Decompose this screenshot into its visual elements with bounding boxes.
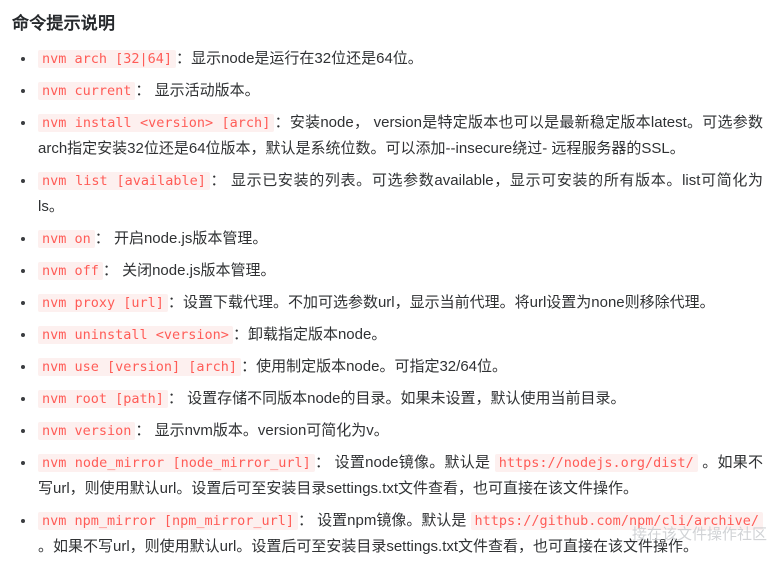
command-code: nvm root [path] [38,389,168,408]
list-item: nvm current： 显示活动版本。 [12,78,763,104]
mirror-url-code: https://github.com/npm/cli/archive/ [470,511,763,530]
list-item: nvm uninstall <version> ：卸载指定版本node。 [12,322,763,348]
colon-separator: ： [297,511,313,529]
command-code: nvm uninstall <version> [38,325,233,344]
colon-separator: ： [94,229,110,247]
command-code: nvm node_mirror [node_mirror_url] [38,453,315,472]
list-item: nvm node_mirror [node_mirror_url]： 设置nod… [12,450,763,502]
command-description: 设置node镜像。默认是 [330,453,495,471]
mirror-url-code: https://nodejs.org/dist/ [494,453,698,472]
colon-separator: ： [167,293,183,311]
list-item: nvm on： 开启node.js版本管理。 [12,226,763,252]
colon-separator: ： [209,171,227,189]
command-description: 设置存储不同版本node的目录。如果未设置，默认使用当前目录。 [182,389,626,407]
list-item: nvm npm_mirror [npm_mirror_url]： 设置npm镜像… [12,508,763,560]
colon-separator: ： [102,261,118,279]
list-item: nvm install <version> [arch] ：安装node， ver… [12,110,763,162]
colon-separator: ： [167,389,183,407]
list-item: nvm root [path]： 设置存储不同版本node的目录。如果未设置，默… [12,386,763,412]
list-item: nvm off： 关闭node.js版本管理。 [12,258,763,284]
command-description: 显示nvm版本。version可简化为v。 [150,421,389,439]
list-item: nvm arch [32|64] ：显示node是运行在32位还是64位。 [12,46,763,72]
command-code: nvm proxy [url] [38,293,168,312]
colon-separator: ： [135,421,151,439]
colon-separator: ： [274,113,290,131]
command-code: nvm use [version] [arch] [38,357,242,376]
list-item: nvm use [version] [arch] ：使用制定版本node。可指定3… [12,354,763,380]
colon-separator: ： [314,453,331,471]
colon-separator: ： [232,325,248,343]
list-item: nvm list [available]： 显示已安装的列表。可选参数avail… [12,168,763,220]
list-item: nvm version： 显示nvm版本。version可简化为v。 [12,418,763,444]
command-code: nvm install <version> [arch] [38,113,275,132]
command-description: 设置下载代理。不加可选参数url，显示当前代理。将url设置为none则移除代理… [182,293,715,311]
command-description: 开启node.js版本管理。 [109,229,268,247]
list-item: nvm proxy [url] ：设置下载代理。不加可选参数url，显示当前代理。… [12,290,763,316]
command-code: nvm arch [32|64] [38,49,177,68]
command-code: nvm on [38,229,95,248]
page-title: 命令提示说明 [12,14,116,33]
command-code: nvm npm_mirror [npm_mirror_url] [38,511,298,530]
command-description: 使用制定版本node。可指定32/64位。 [256,357,508,375]
command-code: nvm current [38,81,136,100]
command-description: 显示活动版本。 [150,81,260,99]
command-code: nvm off [38,261,103,280]
command-description: 显示node是运行在32位还是64位。 [191,49,423,67]
command-description: 设置npm镜像。默认是 [312,511,471,529]
command-code: nvm list [available] [38,171,210,190]
command-description: 。如果不写url，则使用默认url。设置后可至安装目录settings.txt文… [38,537,699,555]
command-list: nvm arch [32|64] ：显示node是运行在32位还是64位。 nvm … [12,46,763,560]
colon-separator: ： [176,49,192,67]
colon-separator: ： [241,357,257,375]
command-description: 关闭node.js版本管理。 [117,261,276,279]
command-code: nvm version [38,421,136,440]
colon-separator: ： [135,81,151,99]
command-description: 卸载指定版本node。 [247,325,387,343]
document-body: 命令提示说明 nvm arch [32|64] ：显示node是运行在32位还是6… [0,12,773,560]
